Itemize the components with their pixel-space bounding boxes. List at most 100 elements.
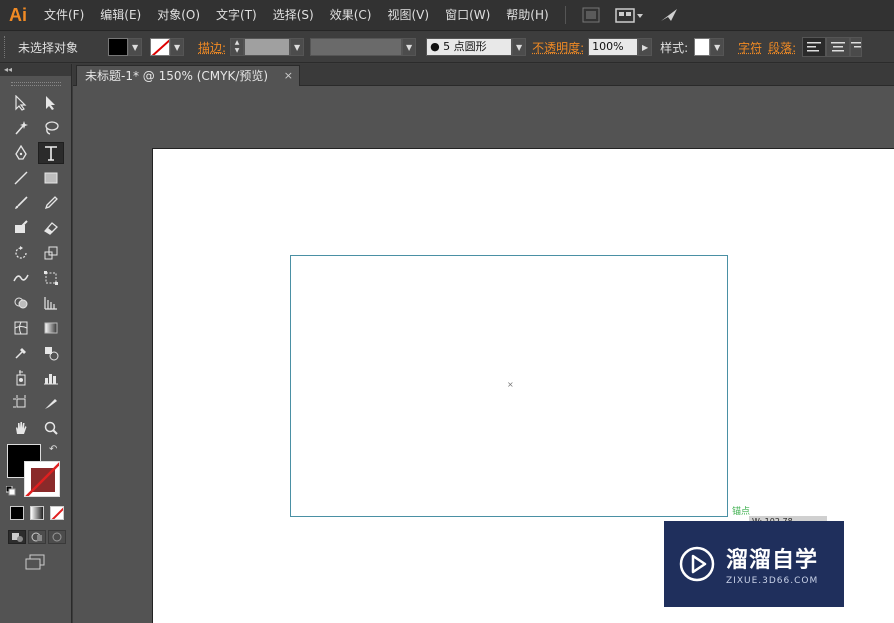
- shape-builder-tool[interactable]: [8, 292, 34, 314]
- magic-wand-icon: [15, 121, 28, 135]
- menu-help[interactable]: 帮助(H): [498, 0, 556, 31]
- artboard-tool[interactable]: [8, 392, 34, 414]
- rotate-icon: [15, 246, 27, 259]
- line-segment-tool[interactable]: [8, 167, 34, 189]
- stroke-color-box[interactable]: [24, 461, 60, 497]
- direct-selection-arrow-icon: [46, 96, 55, 110]
- menu-view[interactable]: 视图(V): [379, 0, 437, 31]
- screen-mode-icon: [25, 554, 45, 570]
- gradient-tool[interactable]: [38, 317, 64, 339]
- default-fill-stroke-icon[interactable]: [5, 485, 16, 496]
- pen-icon: [15, 145, 27, 160]
- zoom-tool[interactable]: [38, 417, 64, 439]
- variable-width-profile[interactable]: [310, 38, 403, 56]
- opacity-flyout[interactable]: ▶: [638, 38, 653, 56]
- tools-panel-grip[interactable]: [0, 76, 71, 92]
- align-right-button[interactable]: [850, 37, 863, 57]
- no-stroke-icon: [151, 39, 170, 55]
- opacity-field[interactable]: 100%: [588, 38, 639, 56]
- stroke-weight-label[interactable]: 描边:: [198, 39, 226, 56]
- color-mode-button[interactable]: [10, 506, 24, 520]
- blob-brush-tool[interactable]: [8, 217, 34, 239]
- draw-inside-button[interactable]: [48, 530, 66, 544]
- gradient-mode-button[interactable]: [30, 506, 44, 520]
- fill-swatch[interactable]: [108, 38, 129, 56]
- menu-file[interactable]: 文件(F): [36, 0, 92, 31]
- pencil-icon: [44, 196, 58, 210]
- perspective-grid-icon: [44, 297, 57, 310]
- eyedropper-tool[interactable]: [8, 342, 34, 364]
- stroke-swatch[interactable]: [150, 38, 171, 56]
- scale-tool[interactable]: [38, 242, 64, 264]
- column-graph-tool[interactable]: [38, 367, 64, 389]
- no-stroke-indicator-icon: [25, 462, 59, 496]
- mesh-tool[interactable]: [8, 317, 34, 339]
- document-tab[interactable]: 未标题-1* @ 150% (CMYK/预览) ×: [76, 65, 300, 86]
- paragraph-link[interactable]: 段落:: [768, 39, 796, 56]
- menu-bar: Ai 文件(F) 编辑(E) 对象(O) 文字(T) 选择(S) 效果(C) 视…: [0, 0, 894, 31]
- slice-tool[interactable]: [38, 392, 64, 414]
- perspective-grid-tool[interactable]: [38, 292, 64, 314]
- rectangle-tool[interactable]: [38, 167, 64, 189]
- width-tool[interactable]: [8, 267, 34, 289]
- stroke-weight-stepper[interactable]: ▲ ▼: [230, 38, 245, 56]
- selection-tool[interactable]: [8, 92, 34, 114]
- control-bar-grip[interactable]: [4, 36, 8, 58]
- menu-separator: [564, 6, 566, 24]
- document-tab-title: 未标题-1* @ 150% (CMYK/预览): [85, 69, 269, 83]
- brush-dot-icon: ●: [430, 40, 444, 53]
- profile-dropdown[interactable]: ▼: [402, 38, 417, 56]
- character-link[interactable]: 字符: [738, 39, 762, 56]
- menu-window[interactable]: 窗口(W): [437, 0, 498, 31]
- shape-builder-icon: [14, 297, 28, 309]
- lasso-icon: [45, 121, 59, 135]
- tools-panel: ◂◂ ↶: [0, 64, 72, 623]
- hand-icon: [16, 422, 27, 434]
- symbol-sprayer-tool[interactable]: [8, 367, 34, 389]
- hand-tool[interactable]: [8, 417, 34, 439]
- selection-arrow-icon: [15, 95, 27, 111]
- fill-dropdown[interactable]: ▼: [128, 38, 143, 56]
- style-label: 样式:: [660, 40, 689, 55]
- workspace-layout-icon[interactable]: [614, 6, 646, 24]
- opacity-label[interactable]: 不透明度:: [532, 39, 584, 56]
- menu-select[interactable]: 选择(S): [265, 0, 322, 31]
- pen-tool[interactable]: [8, 142, 34, 164]
- magic-wand-tool[interactable]: [8, 117, 34, 139]
- brush-dropdown[interactable]: ▼: [512, 38, 527, 56]
- menu-effect[interactable]: 效果(C): [322, 0, 380, 31]
- direct-selection-tool[interactable]: [38, 92, 64, 114]
- sync-icon[interactable]: [658, 6, 680, 24]
- eraser-tool[interactable]: [38, 217, 64, 239]
- swap-fill-stroke-icon[interactable]: ↶: [49, 444, 57, 455]
- stroke-dropdown[interactable]: ▼: [170, 38, 185, 56]
- lasso-tool[interactable]: [38, 117, 64, 139]
- menu-object[interactable]: 对象(O): [149, 0, 208, 31]
- stroke-weight-dropdown[interactable]: ▼: [290, 38, 305, 56]
- free-transform-tool[interactable]: [38, 267, 64, 289]
- tools-panel-collapse[interactable]: ◂◂: [0, 64, 71, 76]
- play-logo-icon: [679, 546, 715, 582]
- artboard-icon: [13, 395, 26, 408]
- align-center-button[interactable]: [826, 37, 851, 57]
- menu-type[interactable]: 文字(T): [208, 0, 265, 31]
- bridge-icon[interactable]: [580, 6, 602, 24]
- menu-edit[interactable]: 编辑(E): [92, 0, 149, 31]
- draw-normal-button[interactable]: [8, 530, 26, 544]
- blend-tool[interactable]: [38, 342, 64, 364]
- pencil-tool[interactable]: [38, 192, 64, 214]
- area-type-frame[interactable]: ×: [290, 255, 728, 517]
- draw-behind-button[interactable]: [28, 530, 46, 544]
- graphic-style-dropdown[interactable]: ▼: [710, 38, 725, 56]
- rotate-tool[interactable]: [8, 242, 34, 264]
- type-tool[interactable]: [38, 142, 64, 164]
- graphic-style-swatch[interactable]: [694, 38, 711, 56]
- close-tab-icon[interactable]: ×: [284, 66, 293, 86]
- paintbrush-tool[interactable]: [8, 192, 34, 214]
- none-mode-button[interactable]: [50, 506, 64, 520]
- align-left-button[interactable]: [802, 37, 827, 57]
- stroke-weight-field[interactable]: [244, 38, 291, 56]
- brush-definition[interactable]: ● 5 点圆形: [426, 38, 513, 56]
- selection-status: 未选择对象: [18, 40, 79, 55]
- screen-mode-button[interactable]: [24, 554, 46, 572]
